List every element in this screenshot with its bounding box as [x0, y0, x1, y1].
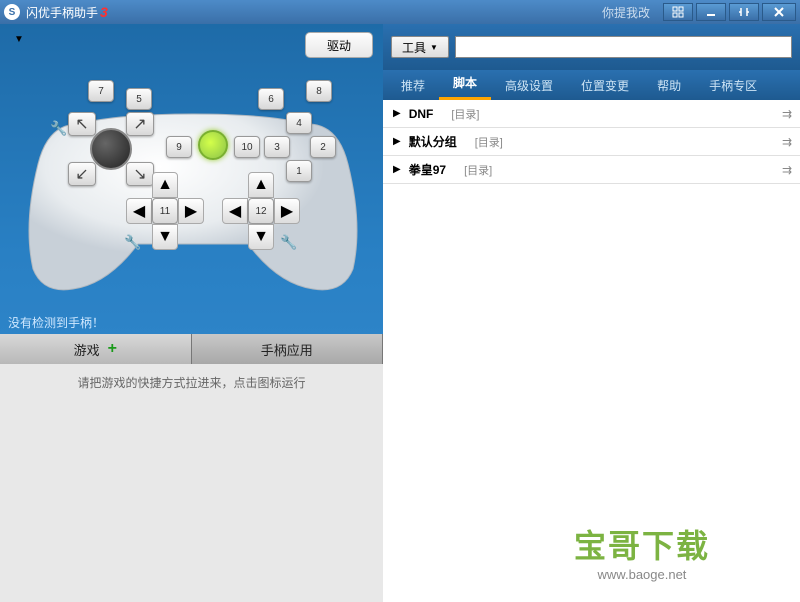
expand-icon: ▶ [393, 136, 401, 147]
search-input[interactable] [455, 36, 792, 58]
rstick-up[interactable]: ▲ [248, 172, 274, 198]
list-item[interactable]: ▶ 拳皇97 [目录] ⇉ [383, 156, 800, 184]
controller-diagram: 7 5 6 8 ↖ ↗ ↙ ↘ 🔧 9 10 4 3 2 1 ▲ ◀ 11 ▶ … [18, 74, 368, 304]
driver-button[interactable]: 驱动 [305, 32, 373, 58]
dpad-up[interactable]: ▲ [152, 172, 178, 198]
rstick-right[interactable]: ▶ [274, 198, 300, 224]
script-list: ▶ DNF [目录] ⇉ ▶ 默认分组 [目录] ⇉ ▶ 拳皇97 [目录] ⇉ [383, 100, 800, 602]
rstick-left[interactable]: ◀ [222, 198, 248, 224]
btn-b[interactable]: 2 [310, 136, 336, 158]
left-stick[interactable] [90, 128, 132, 170]
more-icon[interactable]: ⇉ [782, 163, 790, 177]
btn-back[interactable]: 9 [166, 136, 192, 158]
game-dropzone[interactable]: 请把游戏的快捷方式拉进来，点击图标运行 [0, 364, 383, 602]
feedback-link[interactable]: 你提我改 [602, 4, 650, 21]
tab-gamepad-app[interactable]: 手柄应用 [192, 334, 384, 364]
item-category: [目录] [451, 106, 479, 122]
item-name: 拳皇97 [409, 161, 446, 178]
compact-button[interactable] [729, 3, 759, 21]
guide-button[interactable] [198, 130, 228, 160]
list-item[interactable]: ▶ 默认分组 [目录] ⇉ [383, 128, 800, 156]
dpad-right[interactable]: ▶ [178, 198, 204, 224]
lstick-nw[interactable]: ↖ [68, 112, 96, 136]
tools-dropdown[interactable]: 工具 [391, 36, 449, 58]
btn-r1[interactable]: 6 [258, 88, 284, 110]
left-panel: ▼ 驱动 7 5 6 8 ↖ ↗ ↙ ↘ 🔧 [0, 24, 383, 602]
lstick-sw[interactable]: ↙ [68, 162, 96, 186]
left-tabs: 游戏+ 手柄应用 [0, 334, 383, 364]
expand-icon: ▶ [393, 164, 401, 175]
right-panel: 工具 推荐 脚本 高级设置 位置变更 帮助 手柄专区 ▶ DNF [目录] ⇉ … [383, 24, 800, 602]
btn-a[interactable]: 1 [286, 160, 312, 182]
wrench-icon: 🔧 [124, 234, 141, 251]
settings-button[interactable] [663, 3, 693, 21]
navtab-position[interactable]: 位置变更 [567, 71, 643, 100]
status-text: 没有检测到手柄！ [8, 314, 104, 331]
nav-tabs: 推荐 脚本 高级设置 位置变更 帮助 手柄专区 [383, 70, 800, 100]
titlebar: S 闪优手柄助手3 你提我改 [0, 0, 800, 24]
item-category: [目录] [475, 134, 503, 150]
btn-l2[interactable]: 5 [126, 88, 152, 110]
more-icon[interactable]: ⇉ [782, 107, 790, 121]
rstick-down[interactable]: ▼ [248, 224, 274, 250]
lstick-se[interactable]: ↘ [126, 162, 154, 186]
app-title: 闪优手柄助手3 [26, 4, 108, 21]
navtab-zone[interactable]: 手柄专区 [695, 71, 771, 100]
btn-start[interactable]: 10 [234, 136, 260, 158]
btn-r2[interactable]: 8 [306, 80, 332, 102]
expand-icon: ▶ [393, 108, 401, 119]
navtab-script[interactable]: 脚本 [439, 68, 491, 100]
navtab-advanced[interactable]: 高级设置 [491, 71, 567, 100]
lstick-ne[interactable]: ↗ [126, 112, 154, 136]
dropdown-indicator[interactable]: ▼ [14, 34, 24, 45]
btn-l1[interactable]: 7 [88, 80, 114, 102]
list-item[interactable]: ▶ DNF [目录] ⇉ [383, 100, 800, 128]
wrench-icon: 🔧 [50, 120, 67, 137]
app-logo: S [4, 4, 20, 20]
btn-y[interactable]: 4 [286, 112, 312, 134]
btn-rstick-press[interactable]: 12 [248, 198, 274, 224]
dpad-down[interactable]: ▼ [152, 224, 178, 250]
toolbar: 工具 [383, 24, 800, 70]
item-category: [目录] [464, 162, 492, 178]
close-button[interactable] [762, 3, 796, 21]
item-name: DNF [409, 107, 434, 121]
tab-game[interactable]: 游戏+ [0, 334, 192, 364]
btn-lstick-press[interactable]: 11 [152, 198, 178, 224]
navtab-help[interactable]: 帮助 [643, 71, 695, 100]
plus-icon: + [108, 340, 117, 358]
dpad-left[interactable]: ◀ [126, 198, 152, 224]
btn-x[interactable]: 3 [264, 136, 290, 158]
navtab-recommend[interactable]: 推荐 [387, 71, 439, 100]
more-icon[interactable]: ⇉ [782, 135, 790, 149]
minimize-button[interactable] [696, 3, 726, 21]
item-name: 默认分组 [409, 133, 457, 150]
wrench-icon: 🔧 [280, 234, 297, 251]
